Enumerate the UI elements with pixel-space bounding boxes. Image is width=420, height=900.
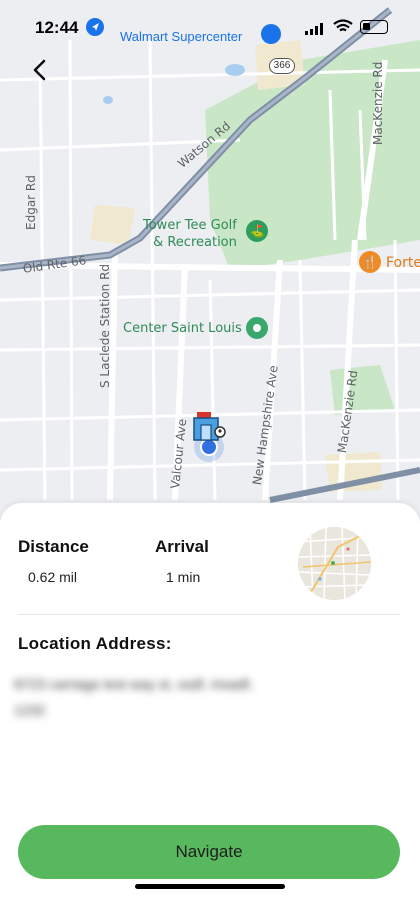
navigate-button[interactable]: Navigate	[18, 825, 400, 879]
edgar-rd-label: Edgar Rd	[24, 175, 38, 230]
s-laclede-label: S Laclede Station Rd	[98, 263, 112, 388]
location-arrow-icon	[86, 18, 104, 36]
center-pin-icon[interactable]	[246, 317, 268, 339]
cellular-signal-icon	[305, 22, 325, 40]
back-chevron-icon[interactable]	[26, 56, 56, 86]
route-366-shield: 366	[269, 58, 295, 74]
forte-label[interactable]: Forte	[386, 255, 420, 271]
mackenzie-rd-top-label: MacKenzie Rd	[371, 61, 385, 145]
battery-icon	[360, 20, 388, 34]
location-detail-sheet: Distance 0.62 mil Arrival 1 min Location…	[0, 503, 420, 900]
status-time: 12:44	[35, 18, 79, 37]
center-saint-louis-label[interactable]: Center Saint Louis	[123, 321, 242, 336]
golf-pin-icon[interactable]: ⛳	[246, 220, 268, 242]
restaurant-pin-icon[interactable]: 🍴	[359, 251, 381, 273]
wifi-icon	[333, 19, 353, 39]
destination-building-icon[interactable]	[191, 408, 227, 444]
map-thumbnail[interactable]	[298, 527, 371, 600]
distance-label: Distance	[18, 537, 89, 556]
location-address-title: Location Address:	[18, 634, 172, 653]
status-bar: 12:44	[0, 0, 420, 50]
tower-tee-label[interactable]: Tower Tee Golf & Recreation	[143, 217, 237, 251]
arrival-value: 1 min	[166, 569, 201, 585]
section-divider	[18, 614, 400, 615]
home-indicator[interactable]	[135, 884, 285, 889]
location-address-text: 8723 carriage test way st, ssdf, msadf, …	[14, 676, 253, 718]
arrival-label: Arrival	[155, 537, 209, 556]
map-view[interactable]: Walmart Supercenter 366 Watson Rd Old Rt…	[0, 0, 420, 520]
distance-value: 0.62 mil	[28, 569, 78, 585]
